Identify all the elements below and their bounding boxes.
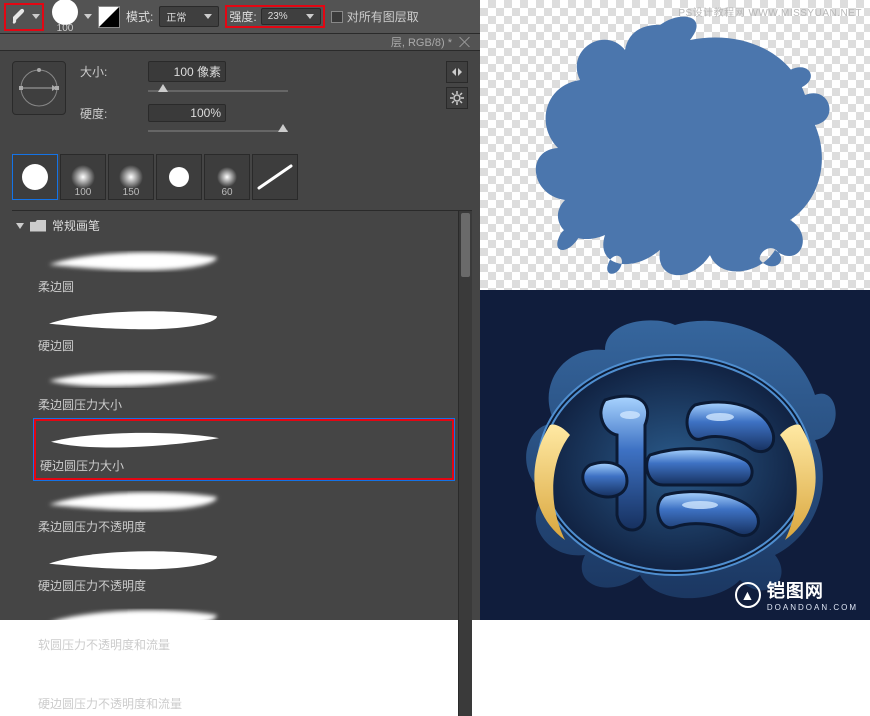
brush-preset-label: 柔边圆压力不透明度 — [38, 516, 450, 535]
attribution-logo: ▲ 铠图网 DOANDOAN.COM — [735, 577, 858, 612]
brush-preset[interactable]: 硬边圆压力不透明度和流量 — [34, 659, 454, 716]
settings-gear-button[interactable] — [446, 87, 468, 109]
brush-settings: 大小: 100 像素 硬度: 100% — [0, 51, 480, 150]
brush-preset[interactable]: 硬边圆压力不透明度 — [34, 541, 454, 598]
chevron-down-icon — [204, 14, 212, 22]
brush-preset[interactable]: 柔边圆 — [34, 242, 454, 299]
sample-all-layers-checkbox[interactable]: 对所有图层取 — [331, 8, 419, 25]
attribution-text: 铠图网 — [767, 581, 824, 601]
mode-dropdown[interactable]: 正常 — [159, 6, 219, 27]
size-slider[interactable] — [148, 84, 288, 98]
logo-badge-icon: ▲ — [735, 582, 761, 608]
expand-icon — [16, 223, 24, 229]
brush-preview-size: 100 — [57, 23, 74, 34]
hardness-input[interactable]: 100% — [148, 104, 226, 122]
recent-brush-thumb[interactable]: 100 — [60, 154, 106, 200]
brush-preset-label: 硬边圆压力不透明度 — [38, 575, 450, 594]
thumb-label: 150 — [123, 187, 140, 198]
folder-label: 常规画笔 — [52, 217, 100, 234]
recent-brush-thumb[interactable] — [12, 154, 58, 200]
attribution-url: DOANDOAN.COM — [767, 603, 858, 612]
brush-preview[interactable]: 100 — [52, 0, 78, 34]
artwork-flame-shape: PS设计教程网 WWW.MISSYUAN.NET — [480, 0, 870, 290]
recent-brush-thumb[interactable] — [156, 154, 202, 200]
angle-control[interactable] — [12, 61, 66, 115]
brush-list: 常规画笔 柔边圆硬边圆柔边圆压力大小硬边圆压力大小柔边圆压力不透明度硬边圆压力不… — [12, 211, 458, 716]
mode-value: 正常 — [166, 9, 200, 24]
brush-preset[interactable]: 软圆压力不透明度和流量 — [34, 600, 454, 657]
brush-preset-label: 软圆压力不透明度和流量 — [38, 634, 450, 653]
chevron-down-icon — [306, 14, 314, 22]
brush-preset-label: 柔边圆 — [38, 276, 450, 295]
document-tabs: 层, RGB/8) * — [0, 34, 480, 51]
strength-dropdown[interactable]: 23% — [261, 8, 321, 25]
strength-value: 23% — [268, 11, 302, 22]
brush-dot-icon — [52, 0, 78, 25]
size-input[interactable]: 100 像素 — [148, 61, 226, 82]
size-label: 大小: — [80, 63, 140, 80]
brush-preset-label: 硬边圆压力大小 — [40, 455, 448, 474]
hardness-label: 硬度: — [80, 105, 140, 122]
flip-x-button[interactable] — [446, 61, 468, 83]
checkbox-icon — [331, 11, 343, 23]
folder-icon — [30, 220, 46, 232]
active-tool-brush[interactable] — [4, 3, 44, 31]
brush-folder[interactable]: 常规画笔 — [12, 211, 458, 240]
close-icon[interactable] — [458, 35, 472, 49]
brush-preset[interactable]: 硬边圆 — [34, 301, 454, 358]
thumb-label: 100 — [75, 187, 92, 198]
recent-brushes: 100 150 60 — [0, 150, 480, 204]
recent-brush-thumb[interactable]: 150 — [108, 154, 154, 200]
chevron-down-icon — [32, 14, 40, 22]
mode-label: 模式: — [126, 8, 153, 25]
chevron-down-icon[interactable] — [84, 14, 92, 22]
brush-preset-label: 硬边圆 — [38, 335, 450, 354]
scrollbar-handle[interactable] — [461, 213, 470, 277]
artwork-final-logo: ▲ 铠图网 DOANDOAN.COM — [480, 290, 870, 620]
brush-preset[interactable]: 柔边圆压力不透明度 — [34, 482, 454, 539]
strength-label: 强度: — [229, 8, 256, 25]
brush-preset-label: 柔边圆压力大小 — [38, 394, 450, 413]
watermark-text: PS设计教程网 WWW.MISSYUAN.NET — [678, 4, 862, 19]
scrollbar[interactable] — [458, 211, 472, 716]
recent-brush-thumb[interactable] — [252, 154, 298, 200]
thumb-label: 60 — [221, 187, 232, 198]
brush-preset[interactable]: 硬边圆压力大小 — [34, 419, 454, 480]
tab-title[interactable]: 层, RGB/8) * — [391, 34, 452, 50]
mask-toggle-icon[interactable] — [98, 6, 120, 28]
options-bar: 100 模式: 正常 强度: 23% 对所有图层取 — [0, 0, 480, 34]
brush-preset[interactable]: 柔边圆压力大小 — [34, 360, 454, 417]
hardness-slider[interactable] — [148, 124, 288, 138]
recent-brush-thumb[interactable]: 60 — [204, 154, 250, 200]
brush-preset-label: 硬边圆压力不透明度和流量 — [38, 693, 450, 712]
sample-all-label: 对所有图层取 — [347, 8, 419, 25]
brush-icon — [8, 6, 30, 28]
